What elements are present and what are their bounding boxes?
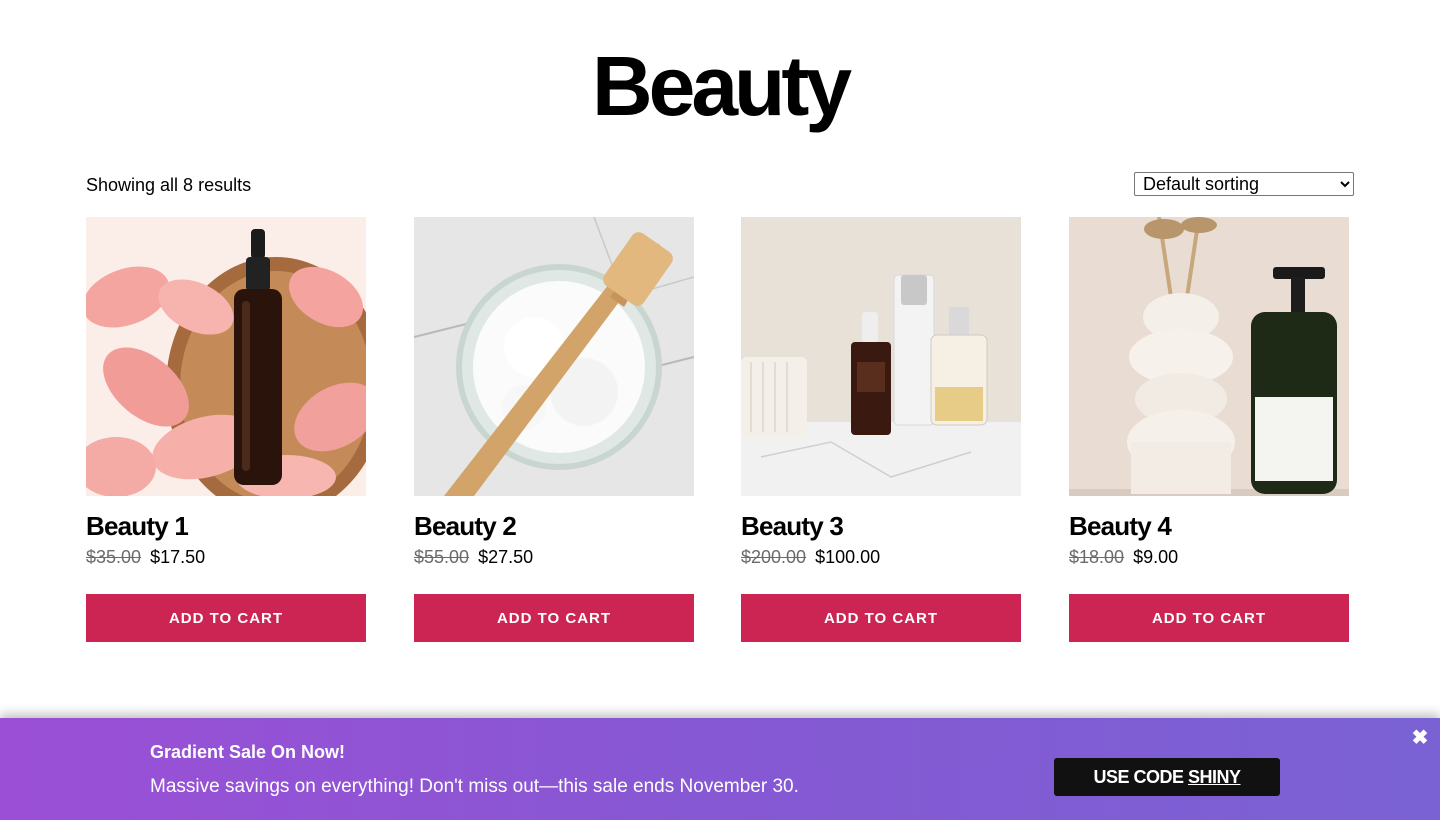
product-card: Beauty 1 $35.00 $17.50 Add to cart <box>86 217 366 642</box>
product-title[interactable]: Beauty 3 <box>741 510 1021 542</box>
coupon-prefix: USE CODE <box>1093 766 1188 787</box>
price-row: $55.00 $27.50 <box>414 546 694 568</box>
sale-price: $100.00 <box>815 547 881 567</box>
promo-banner: Gradient Sale On Now! Massive savings on… <box>0 718 1440 820</box>
price-row: $18.00 $9.00 <box>1069 546 1349 568</box>
banner-text: Massive savings on everything! Don't mis… <box>150 776 799 797</box>
price-row: $35.00 $17.50 <box>86 546 366 568</box>
close-icon[interactable]: ✖ <box>1410 728 1430 748</box>
original-price: $200.00 <box>741 547 807 567</box>
original-price: $55.00 <box>414 547 470 567</box>
product-image[interactable] <box>414 217 694 496</box>
product-card: Beauty 3 $200.00 $100.00 Add to cart <box>741 217 1021 642</box>
sort-dropdown[interactable]: Default sorting <box>1134 172 1354 196</box>
product-card: Beauty 4 $18.00 $9.00 Add to cart <box>1069 217 1349 642</box>
product-title[interactable]: Beauty 4 <box>1069 510 1349 542</box>
product-image[interactable] <box>741 217 1021 496</box>
sale-price: $9.00 <box>1133 547 1179 567</box>
add-to-cart-button[interactable]: Add to cart <box>1069 594 1349 642</box>
original-price: $18.00 <box>1069 547 1125 567</box>
add-to-cart-button[interactable]: Add to cart <box>86 594 366 642</box>
add-to-cart-button[interactable]: Add to cart <box>741 594 1021 642</box>
sale-price: $17.50 <box>150 547 206 567</box>
banner-heading: Gradient Sale On Now! <box>150 742 346 762</box>
results-count: Showing all 8 results <box>86 175 252 195</box>
product-title[interactable]: Beauty 1 <box>86 510 366 542</box>
product-image[interactable] <box>86 217 366 496</box>
original-price: $35.00 <box>86 547 142 567</box>
coupon-button[interactable]: USE CODE SHINY <box>1054 758 1280 796</box>
coupon-code: SHINY <box>1188 766 1241 787</box>
product-card: Beauty 2 $55.00 $27.50 Add to cart <box>414 217 694 642</box>
price-row: $200.00 $100.00 <box>741 546 1021 568</box>
page-title: Beauty <box>591 39 852 133</box>
add-to-cart-button[interactable]: Add to cart <box>414 594 694 642</box>
product-image[interactable] <box>1069 217 1349 496</box>
product-title[interactable]: Beauty 2 <box>414 510 694 542</box>
sale-price: $27.50 <box>478 547 534 567</box>
